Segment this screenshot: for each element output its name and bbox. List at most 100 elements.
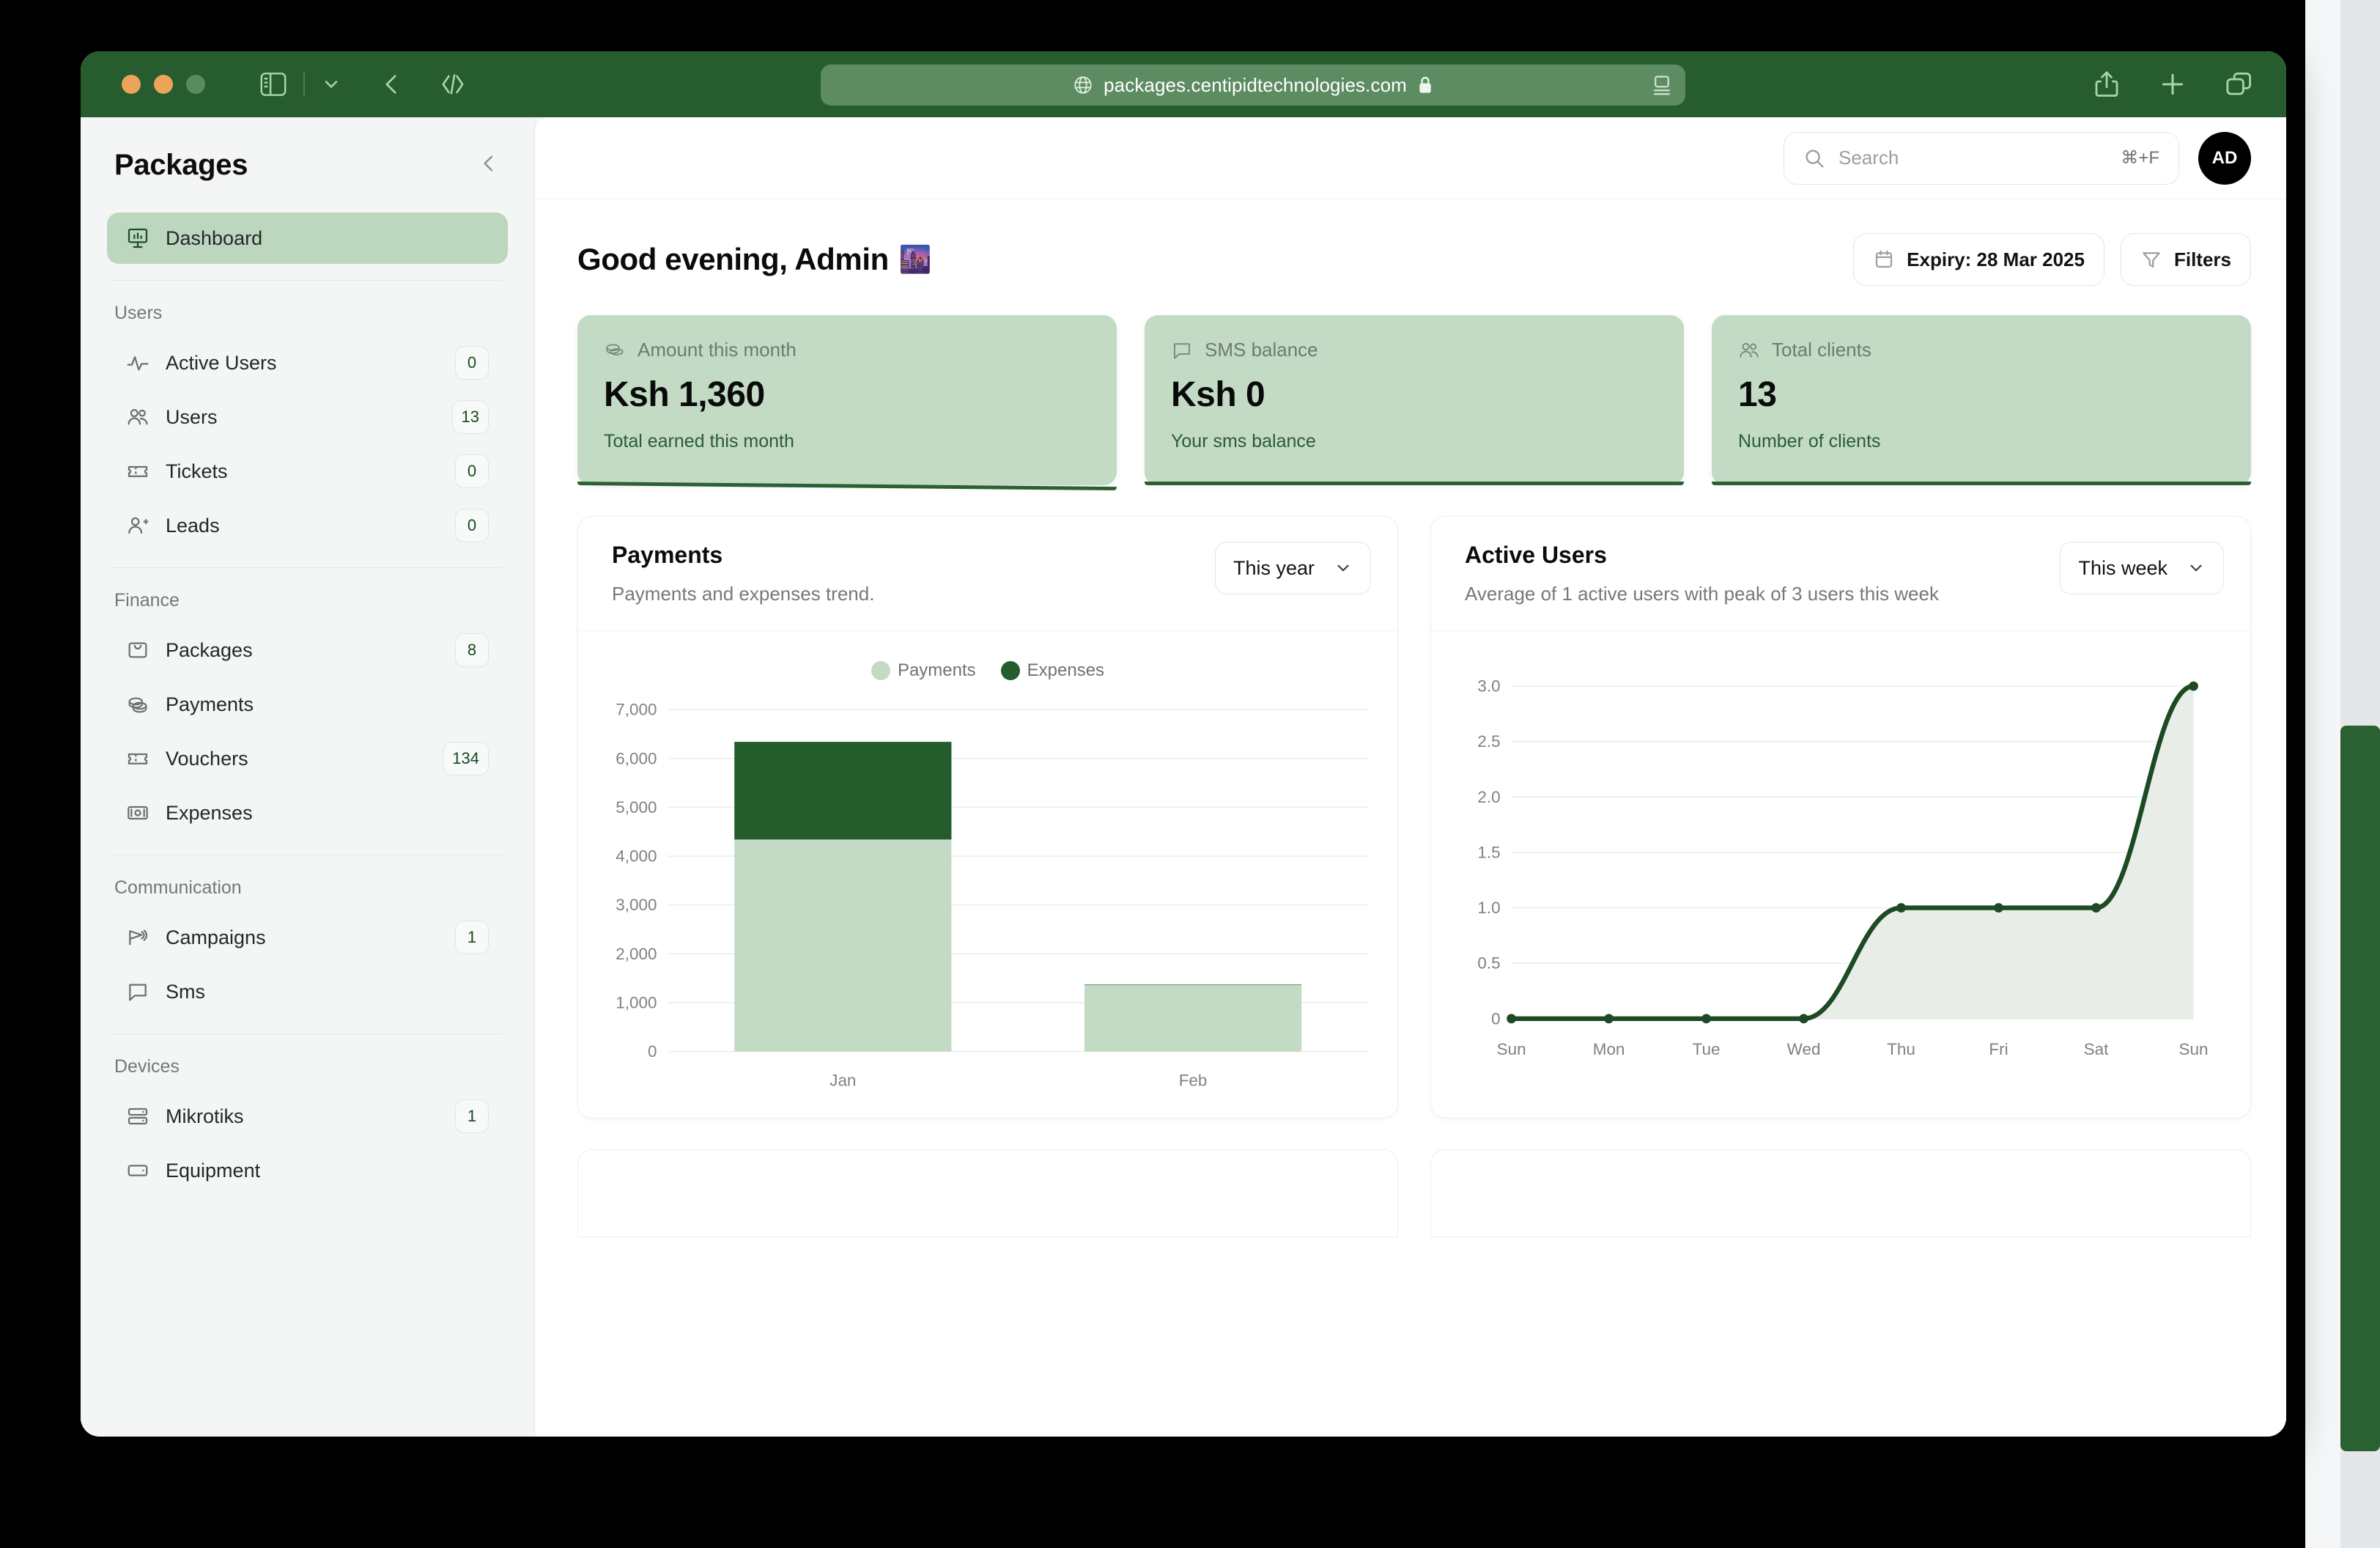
sidebar-item-users[interactable]: Users 13 <box>107 391 508 443</box>
active-users-chart-body: 0 0.5 1.0 1.5 2.0 2.5 3.0 Sun Mon Tue Wed Thu Fri Sat… <box>1431 631 2250 1094</box>
svg-text:Sun: Sun <box>2179 1040 2209 1058</box>
sidebar-item-badge: 13 <box>451 400 489 434</box>
reader-view-icon[interactable] <box>1652 75 1672 100</box>
sidebar-item-label: Mikrotiks <box>166 1105 244 1127</box>
chevron-left-icon[interactable] <box>477 152 500 179</box>
device-card-icon <box>126 1159 157 1182</box>
sidebar-item-equipment[interactable]: Equipment <box>107 1145 508 1196</box>
stat-card-accent-bar <box>1145 482 1684 485</box>
svg-text:2.0: 2.0 <box>1477 788 1500 806</box>
back-chevron-icon[interactable] <box>380 72 404 97</box>
maximize-window-button[interactable] <box>186 75 205 94</box>
search-icon <box>1803 147 1825 169</box>
svg-text:Tue: Tue <box>1693 1040 1721 1058</box>
filters-button[interactable]: Filters <box>2120 233 2251 286</box>
svg-text:1.0: 1.0 <box>1477 899 1500 917</box>
stat-card-value: 13 <box>1738 375 1777 414</box>
stat-card-total-clients[interactable]: Total clients 13 Number of clients <box>1712 315 2251 485</box>
close-window-button[interactable] <box>122 75 141 94</box>
sidebar-item-campaigns[interactable]: Campaigns 1 <box>107 912 508 963</box>
code-brackets-icon[interactable] <box>440 72 466 97</box>
payments-bar-chart: 0 1,000 2,000 3,000 4,000 5,000 6,000 7,000 Jan F… <box>616 700 1368 1089</box>
sidebar-item-payments[interactable]: Payments <box>107 679 508 730</box>
stat-card-sms-balance[interactable]: SMS balance Ksh 0 Your sms balance <box>1145 315 1684 485</box>
megaphone-icon <box>126 926 157 949</box>
data-point-marker <box>2091 902 2101 913</box>
sidebar-toggle-icon[interactable] <box>259 72 287 97</box>
sidebar-item-label: Leads <box>166 514 220 537</box>
stat-card-amount-this-month[interactable]: Amount this month Ksh 1,360 Total earned… <box>577 315 1117 491</box>
avatar[interactable]: AD <box>2198 131 2251 185</box>
svg-text:Fri: Fri <box>1989 1040 2008 1058</box>
share-icon[interactable] <box>2093 70 2121 99</box>
charts-row: Payments Payments and expenses trend. Th… <box>535 485 2286 1119</box>
sidebar-item-badge: 1 <box>455 921 489 954</box>
chevron-down-icon[interactable] <box>321 74 341 95</box>
sidebar-item-dashboard[interactable]: Dashboard <box>107 213 508 264</box>
payments-chart-title: Payments <box>612 542 723 568</box>
sidebar-item-packages[interactable]: Packages 8 <box>107 624 508 676</box>
user-plus-icon <box>126 514 157 537</box>
sidebar-item-vouchers[interactable]: Vouchers 134 <box>107 733 508 784</box>
sidebar-item-label: Tickets <box>166 460 228 482</box>
search-input[interactable]: Search ⌘+F <box>1784 131 2179 185</box>
plus-icon[interactable] <box>2159 70 2187 98</box>
active-users-area-chart: 0 0.5 1.0 1.5 2.0 2.5 3.0 Sun Mon Tue Wed Thu Fri Sat… <box>1477 677 2209 1058</box>
coins-icon <box>126 693 157 716</box>
charts-row-secondary <box>535 1118 2286 1238</box>
sidebar-item-badge: 0 <box>455 346 489 380</box>
svg-text:Sat: Sat <box>2084 1040 2109 1058</box>
sidebar-item-mikrotiks[interactable]: Mikrotiks 1 <box>107 1091 508 1142</box>
stat-card-label: SMS balance <box>1205 339 1318 361</box>
sidebar-item-label: Packages <box>166 638 253 661</box>
legend-item-payments: Payments <box>871 660 976 681</box>
sidebar-item-leads[interactable]: Leads 0 <box>107 500 508 551</box>
expiry-button[interactable]: Expiry: 28 Mar 2025 <box>1853 233 2104 286</box>
svg-text:0.5: 0.5 <box>1477 954 1500 972</box>
url-address-bar[interactable]: packages.centipidtechnologies.com <box>821 64 1685 106</box>
stat-card-header: SMS balance <box>1171 339 1658 361</box>
payments-chart-titles: Payments Payments and expenses trend. <box>612 542 874 608</box>
page-scrollbar-thumb[interactable] <box>2340 726 2380 1451</box>
svg-text:0: 0 <box>1491 1009 1501 1028</box>
page-header: Good evening, Admin 🌆 Expiry: 28 Mar 202… <box>535 199 2286 286</box>
svg-text:Feb: Feb <box>1179 1071 1208 1089</box>
stat-card-label: Total clients <box>1772 339 1871 361</box>
active-users-range-label: This week <box>2078 556 2168 579</box>
window-traffic-lights <box>122 75 205 94</box>
bar-segment-payments <box>1084 984 1302 1052</box>
payments-range-select[interactable]: This year <box>1214 542 1371 594</box>
sidebar-section-users: Users <box>114 303 163 323</box>
stat-card-subtitle: Total earned this month <box>604 431 794 452</box>
sidebar-item-sms[interactable]: Sms <box>107 966 508 1017</box>
svg-text:2,000: 2,000 <box>616 945 657 963</box>
tab-overview-icon[interactable] <box>2225 70 2254 98</box>
bag-icon <box>126 638 157 662</box>
sidebar-item-tickets[interactable]: Tickets 0 <box>107 446 508 497</box>
sidebar: Packages Dashboard Users Active Users 0 … <box>81 117 535 1437</box>
sidebar-item-active-users[interactable]: Active Users 0 <box>107 337 508 388</box>
legend-label: Expenses <box>1027 660 1105 680</box>
secondary-card-left <box>577 1149 1398 1238</box>
svg-text:7,000: 7,000 <box>616 700 657 718</box>
sidebar-header: Packages <box>107 117 508 213</box>
legend-item-expenses: Expenses <box>1000 660 1105 681</box>
sidebar-item-expenses[interactable]: Expenses <box>107 787 508 838</box>
browser-toolbar-right <box>2093 51 2254 117</box>
search-placeholder: Search <box>1838 147 1899 169</box>
sidebar-item-badge: 134 <box>443 742 489 775</box>
users-icon <box>1738 339 1760 361</box>
active-users-chart-card: Active Users Average of 1 active users w… <box>1430 516 2251 1119</box>
sidebar-item-badge: 1 <box>455 1099 489 1133</box>
chat-bubble-icon <box>1171 339 1193 361</box>
expiry-button-label: Expiry: 28 Mar 2025 <box>1907 248 2085 270</box>
page-scrollbar-track[interactable] <box>2340 0 2380 1548</box>
users-icon <box>126 405 157 429</box>
active-users-range-select[interactable]: This week <box>2060 542 2224 594</box>
sidebar-item-badge: 8 <box>455 633 489 667</box>
svg-text:2.5: 2.5 <box>1477 732 1500 751</box>
sidebar-item-badge: 0 <box>455 509 489 542</box>
minimize-window-button[interactable] <box>154 75 173 94</box>
presentation-chart-icon <box>126 226 157 250</box>
svg-text:1.5: 1.5 <box>1477 843 1500 861</box>
